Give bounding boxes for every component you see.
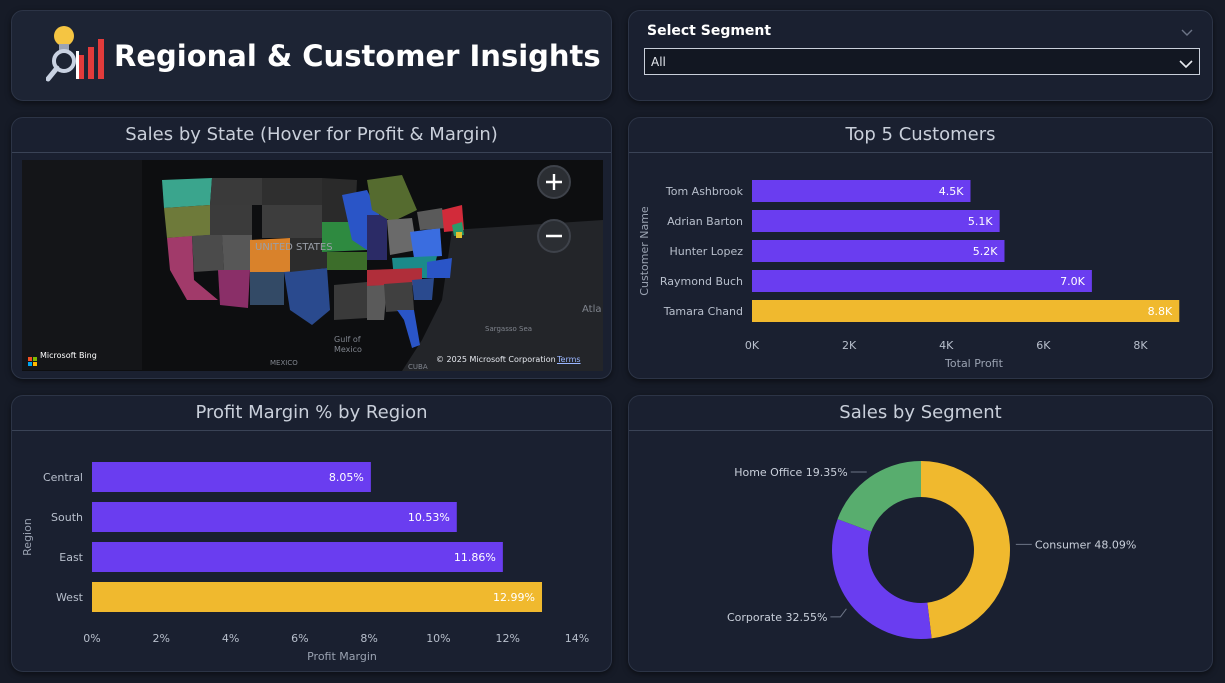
sales-by-state-map[interactable]: UNITED STATES Sargasso Sea Atla Gulf of … — [22, 160, 603, 371]
map-state-region[interactable] — [162, 178, 212, 208]
top-customers-chart[interactable]: Tom Ashbrook 4.5K Adrian Barton 5.1K Hunter … — [629, 118, 1213, 379]
customer-category-label: Tom Ashbrook — [665, 185, 744, 198]
map-title-divider — [12, 152, 611, 153]
region-x-tick-label: 12% — [495, 632, 519, 645]
top-customers-card: Top 5 Customers Tom Ashbrook 4.5K Adrian B… — [628, 117, 1213, 379]
customer-x-tick-label: 6K — [1036, 339, 1051, 352]
header-card: Regional & Customer Insights — [11, 10, 612, 101]
microsoft-logo-icon — [28, 351, 37, 366]
customer-x-tick-label: 8K — [1133, 339, 1148, 352]
insights-logo-icon — [45, 25, 110, 89]
customer-x-tick-label: 4K — [939, 339, 954, 352]
region-x-tick-label: 2% — [153, 632, 170, 645]
region-bar[interactable] — [92, 542, 503, 572]
segment-slice[interactable] — [837, 461, 921, 532]
region-data-label: 12.99% — [493, 591, 535, 604]
map-label-country: UNITED STATES — [255, 242, 333, 253]
customer-bar[interactable] — [752, 270, 1092, 292]
segment-data-label: Corporate 32.55% — [727, 611, 827, 624]
map-label-mexico: MEXICO — [270, 359, 298, 367]
plus-icon — [546, 174, 562, 190]
map-title: Sales by State (Hover for Profit & Margi… — [125, 124, 498, 145]
region-data-label: 11.86% — [454, 551, 496, 564]
customer-data-label: 5.2K — [973, 245, 998, 258]
segment-dropdown[interactable]: All — [644, 48, 1200, 75]
region-x-tick-label: 14% — [565, 632, 589, 645]
page-title: Regional & Customer Insights — [114, 39, 601, 73]
profit-margin-chart[interactable]: Central 8.05% South 10.53% East 11.86% West 12.… — [12, 396, 612, 672]
region-bar[interactable] — [92, 582, 543, 612]
map-copyright: © 2025 Microsoft Corporation — [436, 355, 556, 364]
region-x-tick-label: 6% — [291, 632, 308, 645]
customer-bar[interactable] — [752, 240, 1005, 262]
customer-x-axis-title: Total Profit — [944, 357, 1004, 370]
sales-segment-chart[interactable]: Consumer 48.09% Corporate 32.55% Home Offi… — [629, 396, 1213, 672]
profit-margin-card: Profit Margin % by Region Central 8.05% So… — [11, 395, 612, 672]
bing-logo: Microsoft Bing — [28, 351, 97, 366]
zoom-out-button[interactable] — [537, 219, 571, 253]
map-label-sargasso: Sargasso Sea — [485, 325, 533, 333]
map-label-atlantic: Atla — [582, 304, 602, 315]
map-label-gulf: Gulf of Mexico — [334, 335, 362, 354]
region-category-label: South — [51, 511, 83, 524]
bing-brand-text: Microsoft Bing — [40, 351, 97, 360]
region-category-label: West — [56, 591, 84, 604]
customer-category-label: Hunter Lopez — [669, 245, 743, 258]
zoom-in-button[interactable] — [537, 165, 571, 199]
customer-x-tick-label: 2K — [842, 339, 857, 352]
slicer-collapse-icon[interactable] — [1180, 23, 1194, 36]
sales-segment-card: Sales by Segment Consumer 48.09% Corporat… — [628, 395, 1213, 672]
region-x-tick-label: 10% — [426, 632, 450, 645]
customer-category-label: Tamara Chand — [663, 305, 743, 318]
map-label-cuba: CUBA — [408, 363, 428, 371]
segment-data-label: Home Office 19.35% — [734, 466, 848, 479]
region-data-label: 8.05% — [329, 471, 364, 484]
region-data-label: 10.53% — [408, 511, 450, 524]
customer-data-label: 5.1K — [968, 215, 993, 228]
region-x-tick-label: 0% — [83, 632, 100, 645]
segment-slice[interactable] — [832, 519, 932, 639]
customer-x-tick-label: 0K — [745, 339, 760, 352]
region-category-label: Central — [43, 471, 83, 484]
customer-bar[interactable] — [752, 210, 1000, 232]
customer-y-axis-title: Customer Name — [638, 206, 651, 296]
segment-data-label: Consumer 48.09% — [1035, 538, 1137, 551]
customer-category-label: Adrian Barton — [667, 215, 743, 228]
segment-slicer-card: Select Segment All — [628, 10, 1213, 101]
region-y-axis-title: Region — [21, 518, 34, 556]
region-x-axis-title: Profit Margin — [307, 650, 377, 663]
customer-data-label: 7.0K — [1060, 275, 1085, 288]
customer-data-label: 4.5K — [939, 185, 964, 198]
customer-category-label: Raymond Buch — [660, 275, 743, 288]
region-bar[interactable] — [92, 502, 457, 532]
minus-icon — [546, 234, 562, 238]
customer-bar[interactable] — [752, 180, 971, 202]
customer-data-label: 8.8K — [1148, 305, 1173, 318]
region-category-label: East — [59, 551, 83, 564]
chevron-down-icon — [1178, 55, 1194, 69]
segment-leader-line — [830, 608, 847, 618]
region-x-tick-label: 4% — [222, 632, 239, 645]
segment-dropdown-value: All — [651, 55, 666, 69]
map-card: Sales by State (Hover for Profit & Margi… — [11, 117, 612, 379]
customer-bar[interactable] — [752, 300, 1180, 322]
map-terms-link[interactable]: Terms — [557, 355, 581, 364]
slicer-label: Select Segment — [647, 23, 772, 39]
segment-slice[interactable] — [921, 461, 1010, 639]
region-x-tick-label: 8% — [360, 632, 377, 645]
